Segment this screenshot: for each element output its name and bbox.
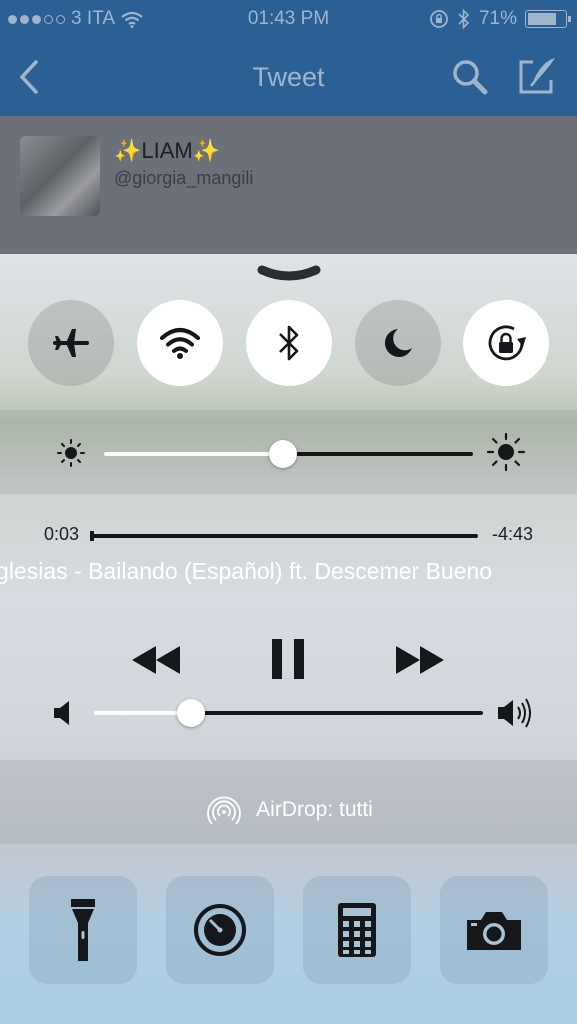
airdrop-icon <box>207 796 241 825</box>
compose-icon[interactable] <box>517 56 557 96</box>
wifi-toggle[interactable] <box>137 300 223 386</box>
airplane-mode-toggle[interactable] <box>28 300 114 386</box>
brightness-slider[interactable] <box>104 440 473 468</box>
page-title: Tweet <box>252 62 325 92</box>
do-not-disturb-toggle[interactable] <box>355 300 441 386</box>
tweet-author-handle: @giorgia_mangili <box>114 168 254 188</box>
search-icon[interactable] <box>451 58 489 96</box>
elapsed-time: 0:03 <box>44 524 80 544</box>
brightness-section <box>0 410 577 494</box>
brightness-slider-knob[interactable] <box>269 440 297 468</box>
calculator-button[interactable] <box>303 876 411 984</box>
pause-icon[interactable] <box>270 638 306 680</box>
flashlight-button[interactable] <box>29 876 137 984</box>
scrubber-position <box>90 531 94 541</box>
battery-percent: 71% <box>478 8 517 29</box>
flashlight-icon <box>71 899 95 961</box>
volume-high-icon <box>498 698 531 728</box>
status-bar: 3 ITA 01:43 PM 71% <box>0 0 577 38</box>
camera-icon <box>467 912 521 950</box>
toggle-row <box>0 300 577 386</box>
rotation-lock-status-icon <box>430 10 448 28</box>
bluetooth-toggle[interactable] <box>246 300 332 386</box>
moon-icon <box>384 329 412 357</box>
brightness-low-icon <box>57 439 85 467</box>
battery-icon <box>525 10 571 28</box>
airplane-icon <box>53 329 89 357</box>
tweet-header: ✨LIAM✨ @giorgia_mangili <box>0 116 577 256</box>
brightness-high-icon <box>486 432 526 472</box>
bluetooth-icon <box>279 325 299 361</box>
tweet-author-name: ✨LIAM✨ <box>114 138 221 163</box>
volume-slider[interactable] <box>94 699 483 727</box>
airdrop-label: AirDrop: tutti <box>256 798 373 821</box>
brightness-track-filled <box>104 452 284 456</box>
rotation-lock-icon <box>488 325 526 361</box>
volume-track-empty <box>191 711 483 715</box>
volume-low-icon <box>54 701 69 725</box>
scrubber[interactable] <box>90 531 478 541</box>
dismiss-chevron-icon[interactable] <box>256 264 322 286</box>
timer-icon <box>194 904 246 956</box>
calculator-icon <box>338 903 376 957</box>
bluetooth-status-icon <box>458 8 470 30</box>
media-controls: 0:03 -4:43 Enrique Iglesias - Bailando (… <box>0 494 577 760</box>
avatar[interactable] <box>20 136 100 216</box>
control-center: 0:03 -4:43 Enrique Iglesias - Bailando (… <box>0 254 577 1024</box>
remaining-time: -4:43 <box>491 524 533 544</box>
rewind-icon[interactable] <box>130 644 182 676</box>
camera-button[interactable] <box>440 876 548 984</box>
rotation-lock-toggle[interactable] <box>463 300 549 386</box>
now-playing-title: Enrique Iglesias - Bailando (Español) ft… <box>0 558 493 584</box>
timer-button[interactable] <box>166 876 274 984</box>
brightness-track-empty <box>284 452 473 456</box>
airdrop-section[interactable]: AirDrop: tutti <box>0 760 577 844</box>
scrubber-track <box>90 534 478 538</box>
nav-bar: Tweet <box>0 38 577 116</box>
wifi-icon <box>160 328 200 359</box>
fast-forward-icon[interactable] <box>394 644 446 676</box>
volume-slider-knob[interactable] <box>177 699 205 727</box>
